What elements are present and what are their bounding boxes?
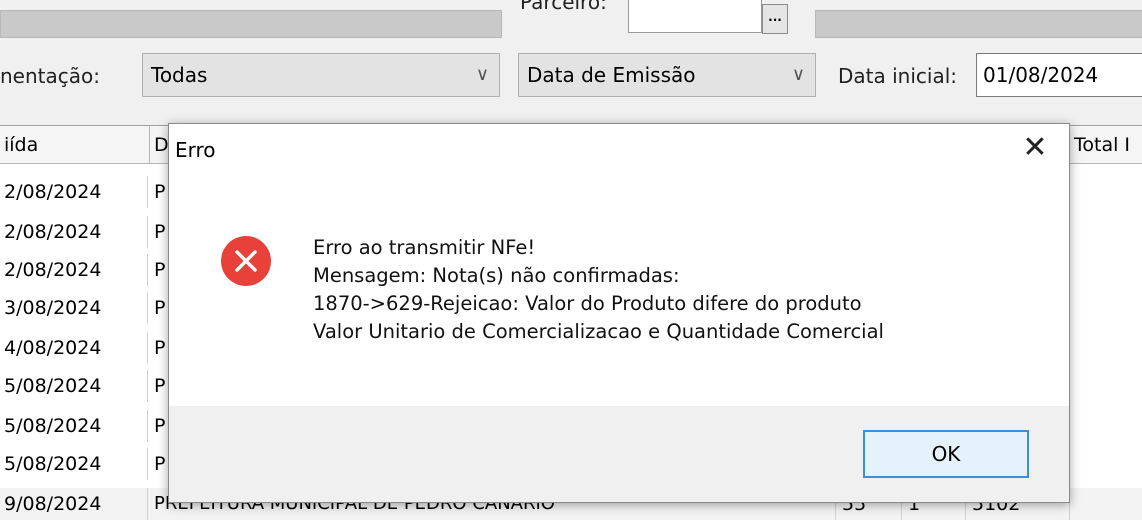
dialog-title: Erro	[175, 138, 216, 162]
message-line: 1870->629-Rejeicao: Valor do Produto dif…	[313, 292, 862, 315]
cell-date: 5/08/2024	[0, 410, 148, 442]
parceiro-label: Parceiro:	[520, 0, 607, 14]
cell-date: 3/08/2024	[0, 292, 148, 324]
error-icon	[221, 236, 271, 286]
column-header-saida[interactable]: iída	[0, 126, 150, 164]
top-left-panel	[0, 10, 502, 38]
message-line: Mensagem: Nota(s) não confirmadas:	[313, 264, 680, 287]
date-type-select[interactable]: Data de Emissão ∨	[518, 53, 816, 97]
cell-name: P	[154, 337, 166, 359]
parceiro-search-button[interactable]: ...	[762, 4, 788, 34]
cell-date: 4/08/2024	[0, 332, 148, 364]
column-header-destinatario[interactable]: D	[150, 126, 170, 164]
cell-name: P	[154, 375, 166, 397]
cell-date: 2/08/2024	[0, 216, 148, 248]
ok-button[interactable]: OK	[863, 430, 1029, 478]
message-line: Erro ao transmitir NFe!	[313, 236, 536, 259]
column-header-total[interactable]: Total I	[1070, 126, 1142, 164]
cell-name: P	[154, 221, 166, 243]
cell-name: P	[154, 297, 166, 319]
movimentacao-label: nentação:	[0, 64, 100, 88]
parceiro-input[interactable]	[628, 0, 762, 33]
message-line: Valor Unitario de Comercializacao e Quan…	[313, 320, 884, 343]
error-dialog: Erro ✕ Erro ao transmitir NFe! Mensagem:…	[168, 123, 1070, 503]
cell-name: P	[154, 453, 166, 475]
data-inicial-input[interactable]: 01/08/2024	[976, 53, 1142, 97]
cell-name: P	[154, 181, 166, 203]
cell-date: 9/08/2024	[0, 488, 148, 520]
chevron-down-icon: ∨	[791, 64, 805, 85]
cell-name: P	[154, 259, 166, 281]
movimentacao-value: Todas	[151, 63, 208, 87]
chevron-down-icon: ∨	[475, 64, 489, 85]
top-right-panel	[815, 10, 1142, 38]
cell-name: P	[154, 415, 166, 437]
cell-date: 5/08/2024	[0, 448, 148, 480]
cell-date: 5/08/2024	[0, 370, 148, 402]
movimentacao-select[interactable]: Todas ∨	[142, 53, 500, 97]
data-inicial-label: Data inicial:	[838, 64, 958, 88]
cell-date: 2/08/2024	[0, 176, 148, 208]
dialog-message: Erro ao transmitir NFe! Mensagem: Nota(s…	[313, 234, 884, 346]
date-type-value: Data de Emissão	[527, 63, 696, 87]
close-icon[interactable]: ✕	[1015, 128, 1055, 168]
cell-date: 2/08/2024	[0, 254, 148, 286]
